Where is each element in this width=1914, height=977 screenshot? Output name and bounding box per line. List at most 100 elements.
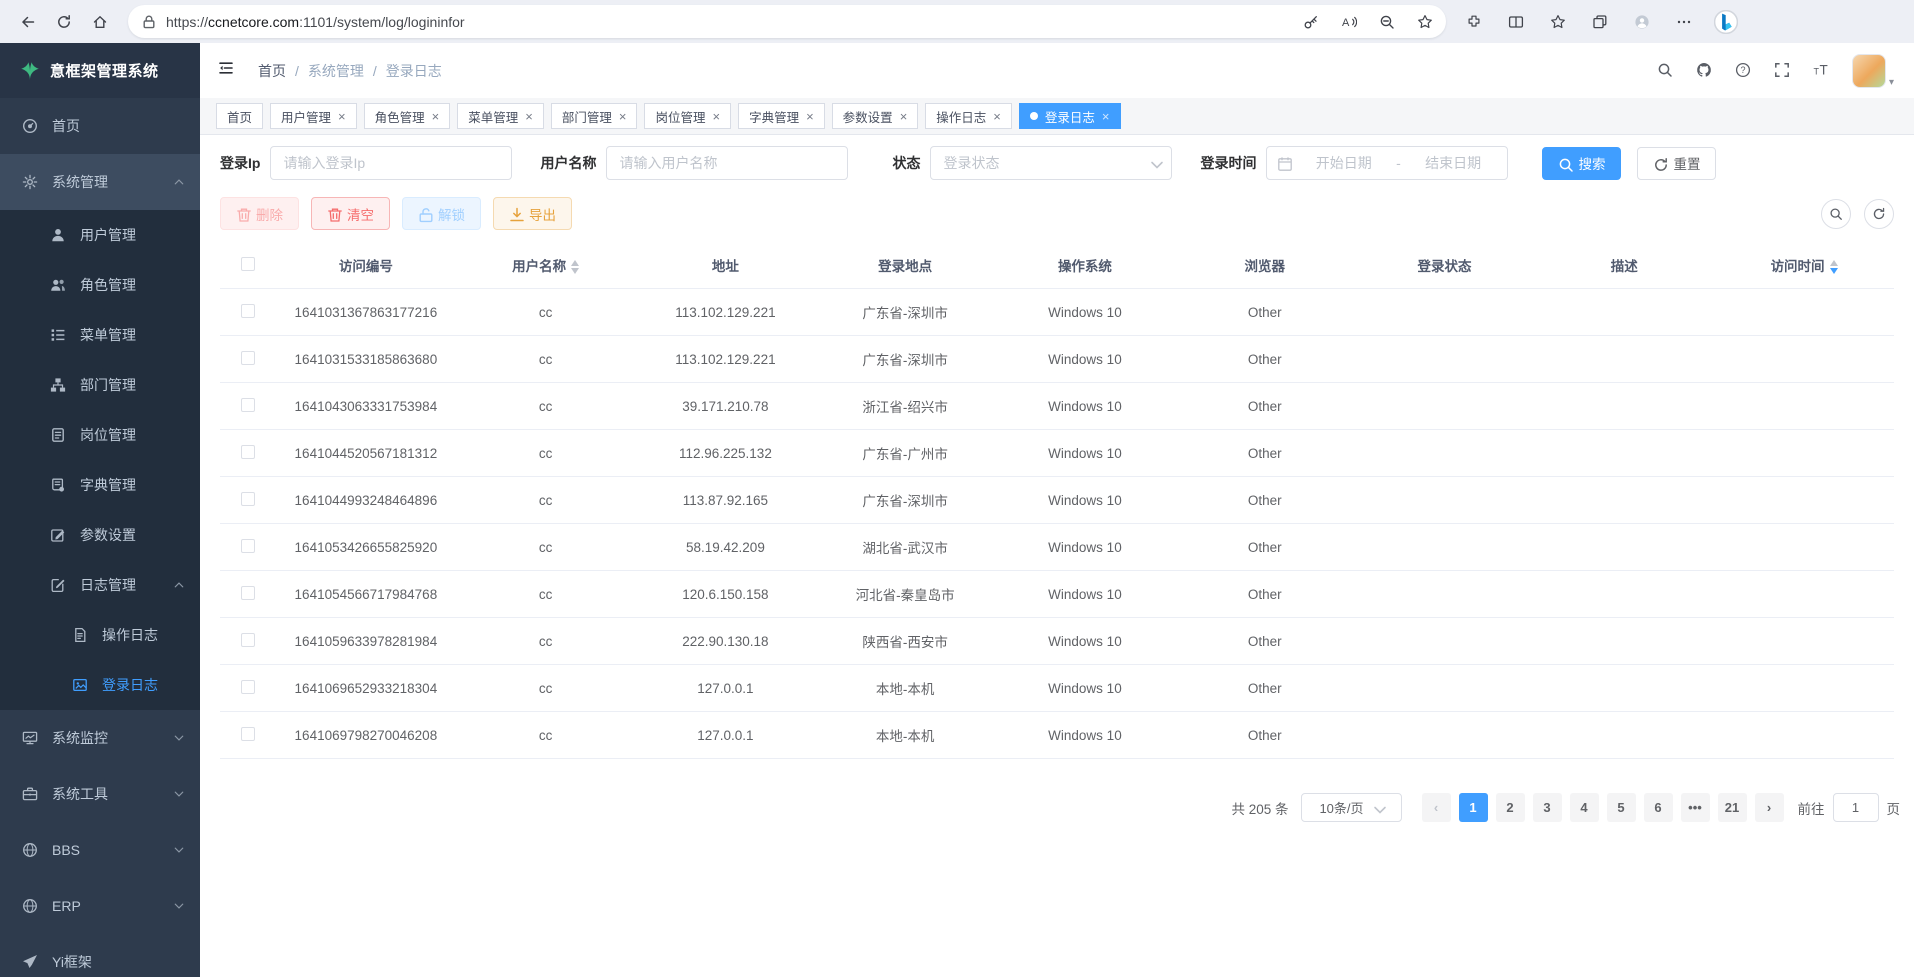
sidebar-item-dept-mgmt[interactable]: 部门管理: [0, 360, 200, 410]
tab-close-icon[interactable]: ×: [712, 109, 720, 124]
sidebar-item-post-mgmt[interactable]: 岗位管理: [0, 410, 200, 460]
browser-back-icon[interactable]: [10, 5, 46, 39]
refresh-table-icon[interactable]: [1864, 199, 1894, 229]
tab-close-icon[interactable]: ×: [619, 109, 627, 124]
tab-close-icon[interactable]: ×: [900, 109, 908, 124]
sidebar-item-operation-log[interactable]: 操作日志: [0, 610, 200, 660]
sidebar-item-log-mgmt[interactable]: 日志管理: [0, 560, 200, 610]
sort-carets[interactable]: [571, 260, 579, 274]
avatar[interactable]: [1852, 54, 1886, 88]
breadcrumb-item[interactable]: 系统管理: [308, 61, 364, 81]
row-checkbox[interactable]: [241, 680, 255, 694]
more-pages-button[interactable]: •••: [1681, 793, 1710, 822]
date-range-picker[interactable]: 开始日期 - 结束日期: [1266, 146, 1508, 180]
zoom-out-icon[interactable]: [1372, 8, 1402, 36]
address-bar[interactable]: https://ccnetcore.com:1101/system/log/lo…: [128, 5, 1446, 38]
tab-用户管理[interactable]: 用户管理×: [270, 103, 357, 129]
status-filter-select[interactable]: 登录状态: [930, 146, 1172, 180]
row-checkbox[interactable]: [241, 586, 255, 600]
sidebar-item-login-log[interactable]: 登录日志: [0, 660, 200, 710]
row-checkbox[interactable]: [241, 351, 255, 365]
sidebar-item-user-mgmt[interactable]: 用户管理: [0, 210, 200, 260]
help-icon[interactable]: ?: [1735, 62, 1753, 80]
sidebar-item-system-monitor[interactable]: 系统监控: [0, 710, 200, 766]
page-button-3[interactable]: 3: [1533, 793, 1562, 822]
sidebar-item-system-tools[interactable]: 系统工具: [0, 766, 200, 822]
sidebar-item-system-mgmt[interactable]: 系统管理: [0, 154, 200, 210]
goto-page-input[interactable]: [1833, 793, 1879, 822]
tab-登录日志[interactable]: 登录日志×: [1019, 103, 1121, 129]
select-all-checkbox[interactable]: [241, 257, 255, 271]
sidebar-item-bbs[interactable]: BBS: [0, 822, 200, 878]
split-screen-icon[interactable]: [1498, 5, 1534, 39]
tab-参数设置[interactable]: 参数设置×: [832, 103, 919, 129]
date-end-placeholder[interactable]: 结束日期: [1409, 153, 1498, 173]
delete-button[interactable]: 删除: [220, 197, 299, 230]
search-button[interactable]: 搜索: [1542, 147, 1621, 180]
page-button-4[interactable]: 4: [1570, 793, 1599, 822]
page-button-21[interactable]: 21: [1718, 793, 1747, 822]
extensions-icon[interactable]: [1456, 5, 1492, 39]
tab-菜单管理[interactable]: 菜单管理×: [457, 103, 544, 129]
tab-close-icon[interactable]: ×: [1102, 109, 1110, 124]
tab-close-icon[interactable]: ×: [993, 109, 1001, 124]
browser-profile-avatar[interactable]: [1624, 5, 1660, 39]
tab-close-icon[interactable]: ×: [525, 109, 533, 124]
read-aloud-icon[interactable]: A: [1334, 8, 1364, 36]
sidebar-item-yi-framework[interactable]: Yi框架: [0, 934, 200, 977]
password-key-icon[interactable]: [1296, 8, 1326, 36]
sidebar-item-dict-mgmt[interactable]: 字典管理: [0, 460, 200, 510]
reset-button[interactable]: 重置: [1637, 147, 1716, 180]
tab-close-icon[interactable]: ×: [432, 109, 440, 124]
sidebar-item-erp[interactable]: ERP: [0, 878, 200, 934]
font-size-icon[interactable]: TT: [1813, 62, 1831, 80]
prev-page-button[interactable]: ‹: [1422, 793, 1451, 822]
tab-部门管理[interactable]: 部门管理×: [551, 103, 638, 129]
row-checkbox[interactable]: [241, 633, 255, 647]
tab-首页[interactable]: 首页: [216, 103, 263, 129]
sort-carets[interactable]: [1830, 260, 1838, 274]
row-checkbox[interactable]: [241, 727, 255, 741]
ip-filter-input[interactable]: [270, 146, 512, 180]
column-header-访问时间[interactable]: 访问时间: [1714, 242, 1894, 289]
tab-close-icon[interactable]: ×: [338, 109, 346, 124]
page-button-2[interactable]: 2: [1496, 793, 1525, 822]
row-checkbox[interactable]: [241, 304, 255, 318]
toggle-search-icon[interactable]: [1821, 199, 1851, 229]
sidebar-item-menu-mgmt[interactable]: 菜单管理: [0, 310, 200, 360]
collections-icon[interactable]: [1582, 5, 1618, 39]
row-checkbox[interactable]: [241, 492, 255, 506]
browser-more-icon[interactable]: [1666, 5, 1702, 39]
tab-岗位管理[interactable]: 岗位管理×: [644, 103, 731, 129]
sidebar-item-home[interactable]: 首页: [0, 98, 200, 154]
page-size-select[interactable]: 10条/页: [1301, 793, 1402, 822]
favorites-bar-icon[interactable]: [1540, 5, 1576, 39]
tab-操作日志[interactable]: 操作日志×: [925, 103, 1012, 129]
page-button-1[interactable]: 1: [1459, 793, 1488, 822]
user-avatar[interactable]: ▾: [1852, 54, 1894, 88]
browser-refresh-icon[interactable]: [46, 5, 82, 39]
date-start-placeholder[interactable]: 开始日期: [1299, 153, 1388, 173]
collapse-sidebar-icon[interactable]: [218, 60, 240, 82]
row-checkbox[interactable]: [241, 445, 255, 459]
row-checkbox[interactable]: [241, 398, 255, 412]
sidebar-item-role-mgmt[interactable]: 角色管理: [0, 260, 200, 310]
page-button-6[interactable]: 6: [1644, 793, 1673, 822]
fullscreen-icon[interactable]: [1774, 62, 1792, 80]
row-checkbox[interactable]: [241, 539, 255, 553]
tab-close-icon[interactable]: ×: [806, 109, 814, 124]
tab-字典管理[interactable]: 字典管理×: [738, 103, 825, 129]
column-header-用户名称[interactable]: 用户名称: [456, 242, 636, 289]
export-button[interactable]: 导出: [493, 197, 572, 230]
header-search-icon[interactable]: [1657, 62, 1675, 80]
browser-home-icon[interactable]: [82, 5, 118, 39]
github-icon[interactable]: [1696, 62, 1714, 80]
clear-button[interactable]: 清空: [311, 197, 390, 230]
username-filter-input[interactable]: [606, 146, 848, 180]
next-page-button[interactable]: ›: [1755, 793, 1784, 822]
bing-copilot-icon[interactable]: [1708, 4, 1744, 40]
sidebar-item-param-settings[interactable]: 参数设置: [0, 510, 200, 560]
url-text[interactable]: https://ccnetcore.com:1101/system/log/lo…: [166, 14, 1296, 30]
unlock-button[interactable]: 解锁: [402, 197, 481, 230]
breadcrumb-item[interactable]: 首页: [258, 61, 286, 81]
